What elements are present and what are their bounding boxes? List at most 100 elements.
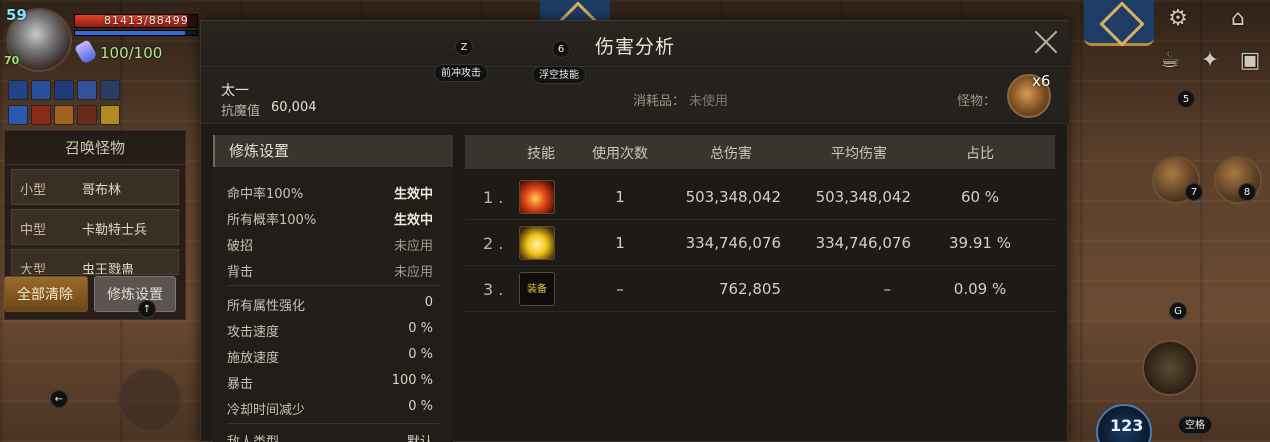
setting-label: 暴击 (227, 377, 254, 392)
key-hint-g: G (1169, 302, 1187, 320)
potion-icon[interactable]: ☕ (1152, 42, 1188, 78)
buff-icon[interactable] (31, 105, 51, 125)
row-total: 334,746,076 (685, 234, 781, 252)
star-icon[interactable]: ✦ (1192, 42, 1228, 78)
row-average: 503,348,042 (815, 188, 911, 206)
table-row[interactable]: 3 . 装备 – 762,805 – 0.09 % (465, 267, 1055, 312)
wall-banner (1084, 0, 1154, 46)
character-name: 太一 (221, 83, 249, 99)
setting-value: 0 % (408, 321, 433, 336)
buff-icon[interactable] (54, 80, 74, 100)
setting-value: 0 % (408, 399, 433, 414)
skill-button-8[interactable] (1214, 156, 1262, 204)
table-row[interactable]: 2 . 1 334,746,076 334,746,076 39.91 % (465, 221, 1055, 266)
damage-analysis-dialog: 伤害分析 太一 抗魔值 60,004 消耗品： 未使用 怪物： x6 修炼设置 … (200, 20, 1069, 442)
skill-button-g[interactable] (1142, 340, 1198, 396)
row-total: 762,805 (718, 280, 781, 298)
summon-row-small[interactable]: 小型 哥布林 (11, 169, 179, 205)
col-total: 总伤害 (710, 146, 752, 162)
setting-row: 破招 未应用 (227, 231, 439, 257)
summon-row-large[interactable]: 大型 虫王戮蛊 (11, 249, 179, 275)
training-settings-panel: 修炼设置 命中率100% 生效中 所有概率100% 生效中 破招 未应用 背击 … (213, 135, 453, 442)
summon-size: 小型 (20, 183, 47, 198)
buff-icon[interactable] (31, 80, 51, 100)
player-level: 59 (6, 6, 27, 24)
fatigue-text: 100/100 (100, 44, 163, 62)
secondary-level: 70 (4, 54, 20, 67)
setting-row: 施放速度 0 % (227, 343, 439, 369)
mp-bar (74, 30, 198, 36)
cooldown-text: 123 (1110, 416, 1144, 435)
row-uses: 1 (615, 234, 625, 252)
setting-label: 所有属性强化 (227, 299, 306, 314)
dialog-title: 伤害分析 (594, 36, 675, 58)
row-percent: 0.09 % (953, 280, 1007, 298)
row-average: – (883, 280, 892, 298)
buff-icon[interactable] (54, 105, 74, 125)
summon-monster-name: 卡勒特士兵 (82, 223, 148, 238)
damage-table: 技能 使用次数 总伤害 平均伤害 占比 1 . 1 503,348,042 50… (465, 135, 1055, 442)
consumable-value: 未使用 (689, 94, 729, 109)
gear-icon[interactable]: ⚙ (1160, 0, 1196, 36)
setting-label: 所有概率100% (227, 213, 317, 228)
setting-row: 所有概率100% 生效中 (227, 205, 439, 231)
summon-row-medium[interactable]: 中型 卡勒特士兵 (11, 209, 179, 245)
dash-attack-label: 前冲攻击 (434, 64, 488, 82)
hp-text: 81413/88499 (104, 14, 189, 27)
table-row[interactable]: 1 . 1 503,348,042 503,348,042 60 % (465, 175, 1055, 220)
home-icon[interactable]: ⌂ (1220, 0, 1256, 36)
key-hint-z: Z (455, 38, 473, 56)
col-skill: 技能 (527, 146, 555, 162)
row-rank: 1 . (483, 188, 504, 207)
monster-label: 怪物： (957, 94, 997, 109)
row-rank: 2 . (483, 234, 504, 253)
setting-row: 敌人类型 默认 (227, 427, 439, 442)
setting-value: 未应用 (393, 239, 433, 254)
key-hint-left: ← (50, 390, 68, 408)
setting-label: 冷却时间减少 (227, 403, 306, 418)
table-header: 技能 使用次数 总伤害 平均伤害 占比 (465, 135, 1055, 169)
key-hint-5: 5 (1177, 90, 1195, 108)
row-percent: 60 % (960, 188, 1000, 206)
row-average: 334,746,076 (815, 234, 911, 252)
setting-value: 0 (424, 295, 433, 310)
setting-label: 命中率100% (227, 187, 304, 202)
buff-icon[interactable] (8, 80, 28, 100)
setting-value: 未应用 (393, 265, 433, 280)
summon-monster-name: 虫王戮蛊 (82, 263, 135, 275)
setting-label: 破招 (227, 239, 254, 254)
key-hint-6: 6 (552, 40, 570, 58)
resist-label: 抗魔值 (221, 104, 261, 119)
buff-row (8, 80, 120, 100)
setting-value: 0 % (408, 347, 433, 362)
fire-slash-icon (519, 180, 555, 214)
summon-size: 中型 (20, 223, 47, 238)
clear-all-button[interactable]: 全部清除 (4, 276, 88, 312)
setting-label: 施放速度 (227, 351, 280, 366)
close-icon[interactable] (1033, 29, 1059, 55)
buff-icon[interactable] (77, 105, 97, 125)
summon-monster-name: 哥布林 (82, 183, 122, 198)
settings-divider (227, 285, 439, 286)
setting-value: 生效中 (393, 187, 433, 202)
key-hint-8: 8 (1238, 183, 1256, 201)
equipment-icon: 装备 (519, 272, 555, 306)
buff-icon[interactable] (8, 105, 28, 125)
buff-icon[interactable] (100, 80, 120, 100)
row-percent: 39.91 % (949, 234, 1011, 252)
setting-row: 冷却时间减少 0 % (227, 395, 439, 421)
resist-value: 60,004 (271, 100, 317, 115)
golden-burst-icon (519, 226, 555, 260)
buff-row (8, 105, 120, 125)
setting-label: 攻击速度 (227, 325, 280, 340)
buff-icon[interactable] (77, 80, 97, 100)
buff-icon[interactable] (100, 105, 120, 125)
col-uses: 使用次数 (592, 146, 648, 162)
bag-icon[interactable]: ▣ (1232, 42, 1268, 78)
row-total: 503,348,042 (685, 188, 781, 206)
key-hint-up: ↑ (138, 300, 156, 318)
training-settings-button[interactable]: 修炼设置 (94, 276, 176, 312)
joystick[interactable] (118, 368, 182, 432)
col-average: 平均伤害 (831, 146, 887, 162)
setting-value: 生效中 (393, 213, 433, 228)
